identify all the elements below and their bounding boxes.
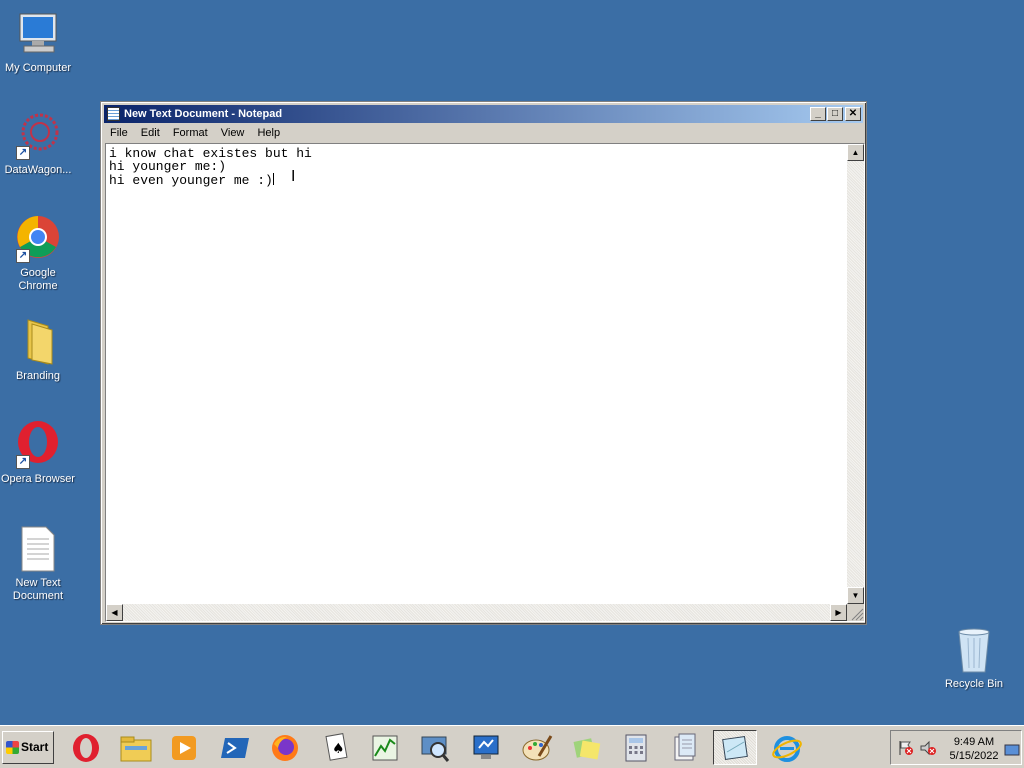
text-caret (272, 173, 274, 185)
taskbar-explorer[interactable] (114, 730, 158, 765)
task-manager-icon (372, 735, 398, 760)
svg-text:♠: ♠ (332, 741, 345, 757)
desktop-icon-google-chrome[interactable]: ↗ Google Chrome (0, 215, 76, 293)
taskbar-control-panel[interactable] (465, 730, 509, 765)
taskbar-firefox[interactable] (263, 730, 307, 765)
text-editor[interactable]: i know chat existes but hi hi younger me:… (105, 143, 865, 622)
taskbar-powershell[interactable] (213, 730, 257, 765)
computer-icon (14, 10, 62, 58)
shortcut-arrow-icon: ↗ (16, 249, 30, 263)
minimize-button[interactable]: _ (810, 107, 826, 121)
desktop-icon-new-text-document[interactable]: New Text Document (0, 525, 76, 603)
sticky-notes-icon (573, 737, 601, 759)
desktop-icon-label: Branding (15, 370, 61, 382)
taskbar: Start ♠ 9:49 AM 5/15/2022 (0, 725, 1024, 768)
desktop-icon-label: New Text Document (12, 577, 64, 602)
desktop-icon-datawagon[interactable]: ↗ DataWagon... (0, 112, 76, 177)
menu-bar: File Edit Format View Help (104, 124, 863, 142)
taskbar-paint[interactable] (515, 730, 559, 765)
menu-edit[interactable]: Edit (137, 124, 164, 142)
system-tray: 9:49 AM 5/15/2022 (890, 730, 1022, 765)
text-line: hi younger me:) (109, 159, 227, 174)
text-line-with-caret: hi even younger me :) (109, 173, 844, 187)
text-content[interactable]: i know chat existes but hi hi younger me:… (107, 145, 846, 603)
menu-help[interactable]: Help (253, 124, 284, 142)
taskbar-notepad[interactable] (713, 730, 757, 765)
desktop-icon-my-computer[interactable]: My Computer (0, 10, 76, 75)
show-desktop-icon[interactable] (1004, 744, 1020, 756)
menu-format[interactable]: Format (169, 124, 212, 142)
clock-date[interactable]: 5/15/2022 (945, 750, 1003, 762)
desktop-icon-label: Opera Browser (1, 473, 75, 485)
taskbar-solitaire[interactable]: ♠ (313, 730, 357, 765)
powershell-icon (221, 737, 249, 758)
text-line: hi even younger me :) (109, 173, 273, 188)
shortcut-arrow-icon: ↗ (16, 455, 30, 469)
solitaire-icon: ♠ (325, 732, 348, 761)
taskbar-calculator[interactable] (614, 730, 658, 765)
notepad-icon (722, 735, 748, 760)
desktop-icon-label: Recycle Bin (944, 678, 1004, 690)
folder-icon (14, 318, 62, 366)
documents-icon (674, 733, 696, 760)
opera-icon: ↗ (14, 421, 62, 469)
firefox-icon (272, 734, 298, 761)
action-center-flag-icon[interactable] (897, 739, 915, 757)
chrome-icon: ↗ (14, 215, 62, 263)
opera-icon (73, 733, 99, 762)
window-title: New Text Document - Notepad (124, 108, 283, 120)
internet-explorer-icon (772, 735, 802, 762)
start-button[interactable]: Start (2, 731, 54, 764)
taskbar-media-player[interactable] (162, 730, 206, 765)
search-icon (421, 736, 450, 762)
taskbar-opera[interactable] (64, 730, 108, 765)
taskbar-internet-explorer[interactable] (765, 730, 809, 765)
notepad-window[interactable]: New Text Document - Notepad _ □ ✕ File E… (100, 101, 867, 625)
maximize-button[interactable]: □ (827, 107, 843, 121)
menu-view[interactable]: View (217, 124, 249, 142)
text-file-icon (14, 525, 62, 573)
taskbar-sticky-notes[interactable] (565, 730, 609, 765)
desktop-icon-opera-browser[interactable]: ↗ Opera Browser (0, 421, 76, 486)
menu-file[interactable]: File (106, 124, 132, 142)
desktop-icon-label: DataWagon... (4, 164, 72, 176)
title-bar[interactable]: New Text Document - Notepad _ □ ✕ (104, 105, 863, 123)
windows-logo-icon (6, 741, 19, 754)
scroll-left-button[interactable]: ◀ (106, 604, 123, 621)
desktop-icon-branding[interactable]: Branding (0, 318, 76, 383)
taskbar-search[interactable] (413, 730, 457, 765)
resize-grip[interactable] (847, 604, 864, 621)
notepad-app-icon (107, 107, 120, 121)
volume-muted-icon[interactable] (919, 739, 937, 757)
clock-time[interactable]: 9:49 AM (945, 736, 1003, 748)
desktop-icon-recycle-bin[interactable]: Recycle Bin (936, 626, 1012, 691)
calculator-icon (625, 734, 647, 761)
paint-icon (522, 734, 553, 760)
taskbar-task-manager[interactable] (363, 730, 407, 765)
scroll-up-button[interactable]: ▲ (847, 144, 864, 161)
desktop-icon-label: My Computer (4, 62, 72, 74)
shortcut-arrow-icon: ↗ (16, 146, 30, 160)
start-label: Start (21, 740, 49, 754)
horizontal-scrollbar[interactable]: ◀ ▶ (106, 604, 847, 621)
vertical-scrollbar[interactable]: ▲ ▼ (847, 144, 864, 604)
scroll-right-button[interactable]: ▶ (830, 604, 847, 621)
explorer-icon (120, 736, 152, 761)
control-panel-icon (473, 735, 499, 759)
taskbar-documents[interactable] (663, 730, 707, 765)
close-button[interactable]: ✕ (845, 107, 861, 121)
recycle-bin-icon (950, 626, 998, 674)
ibeam-cursor-icon: I (291, 167, 296, 185)
scroll-down-button[interactable]: ▼ (847, 587, 864, 604)
desktop-icon-label: Google Chrome (18, 267, 58, 292)
datawagon-icon: ↗ (14, 112, 62, 160)
media-player-icon (172, 735, 196, 760)
